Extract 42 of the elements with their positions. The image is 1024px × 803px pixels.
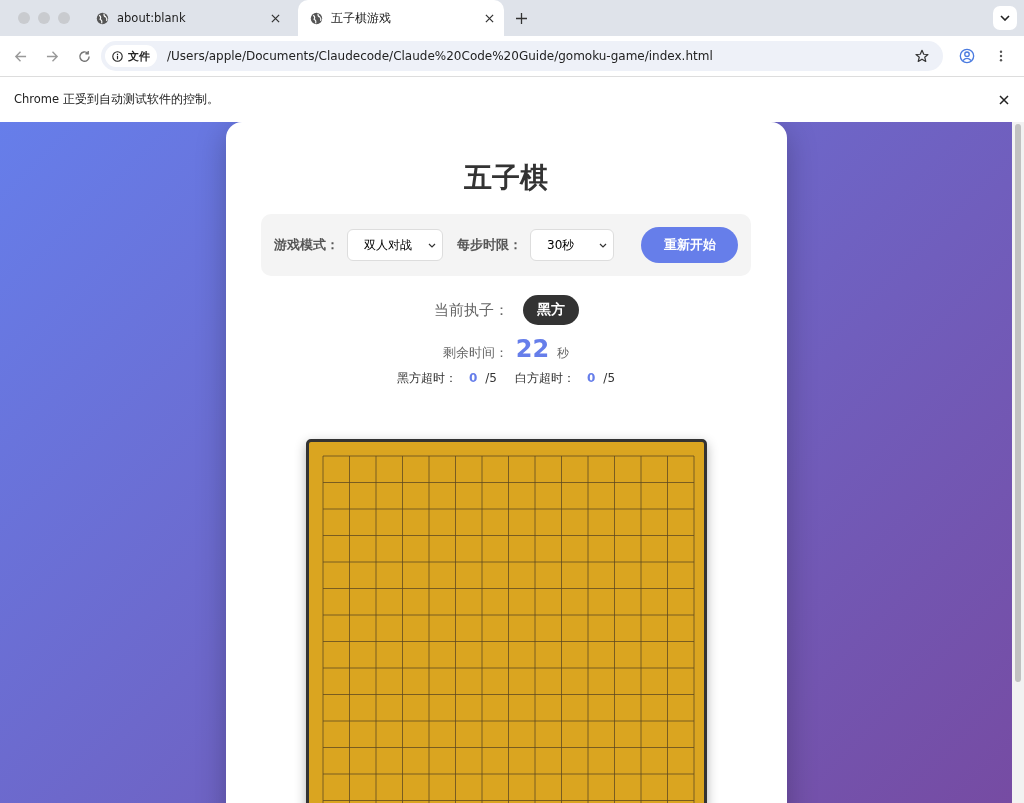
close-icon[interactable]: [485, 13, 494, 23]
dropdown[interactable]: 30秒: [530, 229, 614, 261]
timeout-limit: /5: [603, 371, 616, 385]
close-icon[interactable]: [999, 94, 1009, 105]
browser-tab[interactable]: 五子棋游戏: [298, 0, 504, 36]
url-text: /Users/apple/Documents/Claudecode/Claude%20Code%20Guide/gomoku-game/index.html: [167, 49, 714, 63]
menu-icon[interactable]: [999, 50, 1003, 62]
time-unit: 秒: [557, 345, 570, 362]
address-bar[interactable]: 文件 /Users/apple/Documents/Claudecode/Claude%20Code%20Guide/gomoku-game/index.html: [101, 41, 943, 71]
back-arrow-icon[interactable]: [14, 49, 27, 63]
time-label: 剩余时间：: [442, 344, 508, 362]
globe-icon: [310, 11, 323, 25]
infobar-message: Chrome 正受到自动测试软件的控制。: [14, 92, 220, 107]
restart-button[interactable]: 重新开始: [641, 227, 738, 263]
time-value: 22: [515, 335, 550, 363]
chevron-down-icon: [599, 242, 607, 248]
control-label: 每步时限：: [457, 236, 522, 254]
game-title: 五子棋: [464, 160, 548, 196]
current-player-badge: 黑方: [522, 295, 579, 325]
browser-tab[interactable]: about:blank: [84, 0, 290, 36]
info-icon: [112, 50, 123, 62]
security-label: 文件: [128, 48, 150, 64]
profile-icon[interactable]: [959, 48, 975, 64]
new-tab-icon[interactable]: [516, 12, 527, 24]
tab-search-button[interactable]: [993, 6, 1017, 30]
dropdown[interactable]: 双人对战: [347, 229, 443, 261]
timeout-label: 黑方超时：: [396, 370, 457, 387]
bookmark-star-icon[interactable]: [915, 49, 929, 63]
forward-arrow-icon[interactable]: [46, 49, 59, 63]
timeout-limit: /5: [485, 371, 497, 385]
globe-icon: [96, 11, 109, 25]
close-icon[interactable]: [271, 13, 280, 23]
current-player-label: 当前执子：: [433, 300, 509, 320]
chevron-down-icon: [428, 242, 436, 248]
site-info-chip[interactable]: 文件: [105, 45, 157, 67]
timeout-label: 白方超时：: [515, 370, 575, 387]
timeout-count: 0: [587, 371, 596, 385]
timeout-count: 0: [468, 371, 478, 385]
control-label: 游戏模式：: [274, 236, 339, 254]
scrollbar[interactable]: [1012, 122, 1024, 803]
chevron-down-icon: [1000, 15, 1010, 21]
reload-icon[interactable]: [78, 49, 91, 63]
